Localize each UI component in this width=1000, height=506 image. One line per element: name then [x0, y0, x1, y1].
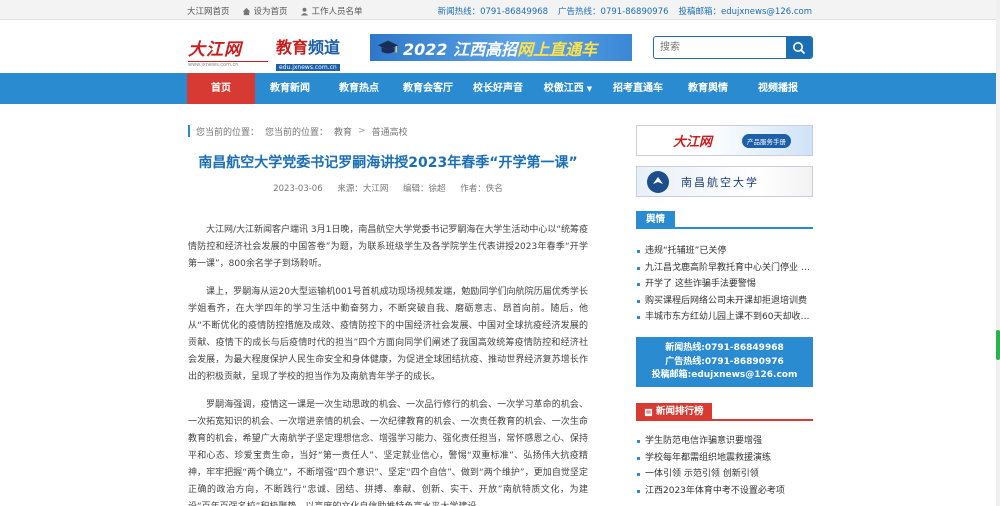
breadcrumb-separator: >	[358, 126, 366, 136]
list-item[interactable]: 九江昌戈鹿高阶早教托育中心关门停业 家...	[636, 260, 813, 277]
breadcrumb-university[interactable]: 普通高校	[372, 125, 408, 138]
top-left-links: 大江网首页 设为首页 工作人员名单	[187, 5, 363, 17]
article-paragraph: 罗嗣海强调，疫情这一课是一次生动思政的机会、一次品行修行的机会、一次学习革命的机…	[188, 400, 588, 506]
scrollbar-thumb[interactable]	[996, 330, 1000, 360]
article-paragraph: 大江网/大江新闻客户端讯 3月1日晚，南昌航空大学党委书记罗嗣海在大学生活动中心…	[188, 225, 589, 269]
contact-panel: 新闻热线:0791-86849968 广告热线:0791-86890976 投稿…	[636, 337, 813, 387]
article-date: 2023-03-06	[273, 184, 323, 194]
home-icon	[242, 7, 250, 15]
home-link[interactable]: 大江网首页	[187, 5, 230, 17]
list-item[interactable]: 学生防范电信诈骗意识要增强	[636, 433, 813, 450]
breadcrumb: 您当前的位置： 您当前的位置： 教育 > 普通高校	[188, 125, 408, 138]
opinion-section-header: 舆情	[636, 211, 813, 229]
gaokao-banner[interactable]: 2022 江西高招网上直通车	[370, 34, 632, 61]
set-home-label: 设为首页	[253, 7, 288, 17]
search-input[interactable]	[654, 37, 786, 58]
article-body: 大江网/大江新闻客户端讯 3月1日晚，南昌航空大学党委书记罗嗣海在大学生活动中心…	[188, 222, 588, 506]
product-manual-ad[interactable]: 大江网 产品服务手册	[636, 125, 813, 156]
list-item[interactable]: 丰城市东方红幼儿园上课不到60天却收88...	[636, 309, 813, 326]
page-scrollbar[interactable]	[996, 0, 1000, 506]
nav-edu-salon[interactable]: 教育会客厅	[393, 73, 463, 104]
breadcrumb-prefix-2: 您当前的位置：	[265, 127, 329, 138]
logo-edu-sub: edu.jxnews.com.cn	[276, 64, 340, 71]
nav-edu-hot[interactable]: 教育热点	[325, 73, 393, 104]
breadcrumb-prefix: 您当前的位置：	[196, 127, 260, 138]
article-author: 作者：佚名	[460, 184, 503, 194]
ranking-list: 学生防范电信诈骗意识要增强 学校每年都需组织地震救援演练 一体引领 示范引领 创…	[636, 433, 813, 499]
staff-list-label: 工作人员名单	[311, 7, 363, 17]
nav-xiaoao-jiangxi[interactable]: 校傲江西 ▼	[533, 73, 603, 104]
logo-main-sub: www.jxnews.com.cn	[188, 61, 268, 68]
article-meta: 2023-03-06 来源：大江网 编辑：徐超 作者：佚名	[188, 182, 588, 194]
nav-edu-news[interactable]: 教育新闻	[255, 73, 325, 104]
top-utility-bar: 大江网首页 设为首页 工作人员名单 新闻热线：0791-86849968 广告热…	[0, 0, 1000, 20]
contact-ad: 广告热线:0791-86890976	[665, 356, 784, 367]
nav-exam-express[interactable]: 招考直通车	[603, 73, 673, 104]
logo-edu-b-text: 频道	[308, 38, 341, 57]
list-item[interactable]: 江西2023年体育中考不设置必考项	[636, 483, 813, 500]
article-paragraph: 课上，罗嗣海从运20大型运输机001号首机成功现场视频发端，勉励同学们向航院历届…	[188, 287, 588, 382]
staff-list-link[interactable]: 工作人员名单	[300, 5, 363, 17]
list-item[interactable]: 违规“托辅班”已关停	[636, 243, 813, 260]
ad-logo-text: 大江网	[673, 135, 713, 150]
contact-news: 新闻热线:0791-86849968	[665, 343, 784, 353]
list-item[interactable]: 开学了 这些诈骗手法要警惕	[636, 276, 813, 293]
article-editor: 编辑：徐超	[403, 184, 446, 194]
list-item[interactable]: 学校每年都需组织地震救援演练	[636, 450, 813, 467]
submit-email[interactable]: 投稿邮箱：edujxnews@126.com	[679, 5, 812, 17]
dajiang-logo[interactable]: 大江网 www.jxnews.com.cn	[188, 35, 268, 68]
article-source: 来源：大江网	[337, 184, 389, 194]
breadcrumb-edu[interactable]: 教育	[334, 125, 352, 138]
contact-email[interactable]: 投稿邮箱:edujxnews@126.com	[636, 369, 813, 383]
news-hotline: 新闻热线：0791-86849968	[437, 7, 549, 17]
nchu-ad[interactable]: 南昌航空大学	[636, 166, 813, 197]
main-nav: 首页 教育新闻 教育热点 教育会客厅 校长好声音 校傲江西 ▼ 招考直通车 教育舆…	[0, 73, 1000, 104]
list-item[interactable]: 一体引领 示范引领 创新引领	[636, 466, 813, 483]
ad-hotline: 广告热线：0791-86890976	[558, 7, 669, 17]
news-icon	[644, 408, 653, 416]
list-item[interactable]: 购买课程后网络公司未开课却拒退培训费	[636, 293, 813, 310]
search-button[interactable]	[786, 37, 812, 58]
set-home-link[interactable]: 设为首页	[242, 5, 288, 17]
ad-university-name: 南昌航空大学	[681, 175, 759, 189]
edu-channel-logo[interactable]: 教育频道 edu.jxnews.com.cn	[276, 34, 356, 71]
ranking-title-wrap[interactable]: 新闻排行榜	[636, 403, 712, 421]
ad-badge: 产品服务手册	[742, 133, 792, 148]
search-icon	[793, 41, 806, 54]
site-header: 大江网 www.jxnews.com.cn 教育频道 edu.jxnews.co…	[0, 21, 1000, 73]
nav-edu-opinion[interactable]: 教育舆情	[673, 73, 743, 104]
opinion-list: 违规“托辅班”已关停 九江昌戈鹿高阶早教托育中心关门停业 家... 开学了 这些…	[636, 243, 813, 326]
ranking-title: 新闻排行榜	[656, 406, 704, 417]
opinion-title[interactable]: 舆情	[636, 211, 676, 229]
article-title: 南昌航空大学党委书记罗嗣海讲授2023年春季“开学第一课”	[198, 155, 578, 171]
nav-home[interactable]: 首页	[187, 73, 255, 104]
nav-video[interactable]: 视频播报	[743, 73, 813, 104]
logo-edu-text: 教育	[276, 38, 309, 57]
search-box	[653, 36, 813, 59]
banner-text-a: 2022 江西高招	[403, 39, 518, 59]
graduation-cap-icon	[377, 40, 399, 53]
logo-main-text: 大江网	[188, 40, 242, 60]
user-icon	[300, 7, 308, 16]
top-right-contacts: 新闻热线：0791-86849968 广告热线：0791-86890976 投稿…	[438, 5, 812, 17]
caret-down-icon: ▼	[586, 85, 593, 93]
university-seal-icon	[647, 170, 669, 193]
ranking-section-header: 新闻排行榜	[636, 403, 813, 421]
nav-principal-voice[interactable]: 校长好声音	[463, 73, 533, 104]
nav-xiaoao-label: 校傲江西	[543, 83, 584, 94]
banner-text-b: 网上直通车	[517, 39, 598, 59]
